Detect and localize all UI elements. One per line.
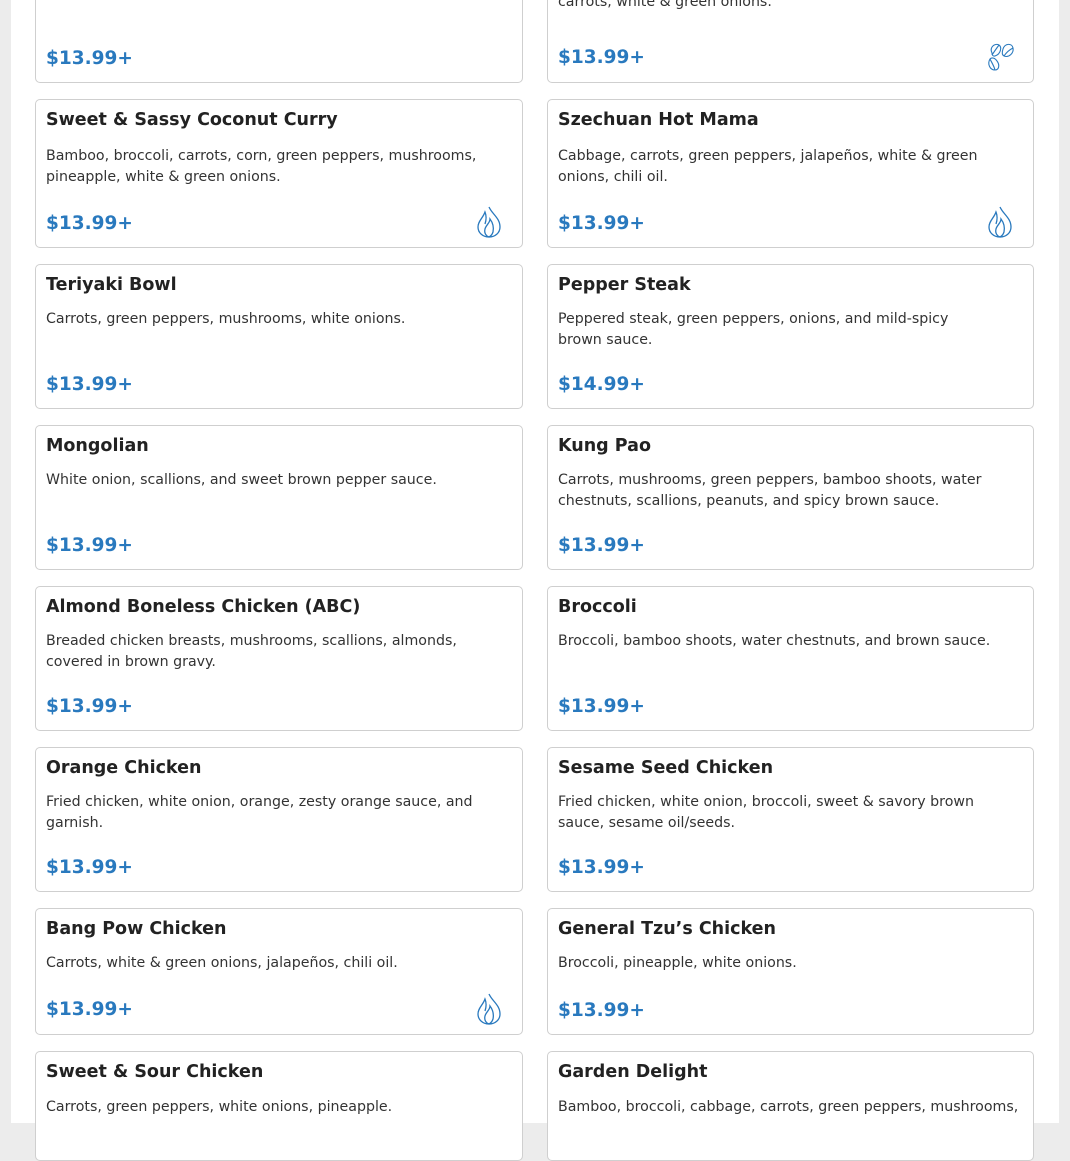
menu-item-description: Bamboo, broccoli, cabbage, carrots, gree…: [558, 1099, 1019, 1115]
menu-item-name: Mongolian: [46, 436, 149, 456]
menu-item-description: Peppered steak, green peppers, onions, a…: [558, 311, 949, 348]
menu-item-description: Broccoli, bamboo shoots, water chestnuts…: [558, 633, 991, 649]
menu-item-price: $13.99+: [558, 696, 645, 717]
menu-item-name: Sesame Seed Chicken: [558, 758, 774, 778]
menu-item-price: $13.99+: [46, 213, 133, 234]
menu-item-description: Carrots, mushrooms, green peppers, bambo…: [558, 472, 982, 509]
flame-icon: [474, 205, 504, 239]
menu-item-price: $13.99+: [46, 535, 133, 556]
menu-item-name: Teriyaki Bowl: [46, 275, 177, 295]
menu-item-description: Carrots, green peppers, white onions, pi…: [46, 1099, 393, 1115]
menu-item-name: Garden Delight: [558, 1062, 708, 1082]
menu-item-card[interactable]: Garden Delight Bamboo, broccoli, cabbage…: [547, 1051, 1034, 1161]
menu-item-card[interactable]: $13.99+: [35, 0, 523, 83]
flame-icon: [985, 205, 1015, 239]
menu-item-price: $13.99+: [46, 48, 133, 69]
menu-item-card[interactable]: Szechuan Hot Mama Cabbage, carrots, gree…: [547, 99, 1034, 248]
menu-item-name: Sweet & Sour Chicken: [46, 1062, 264, 1082]
menu-item-name: Orange Chicken: [46, 758, 202, 778]
menu-item-card[interactable]: Orange Chicken Fried chicken, white onio…: [35, 747, 523, 892]
menu-item-card[interactable]: Sesame Seed Chicken Fried chicken, white…: [547, 747, 1034, 892]
menu-item-card[interactable]: Sweet & Sour Chicken Carrots, green pepp…: [35, 1051, 523, 1161]
menu-item-card[interactable]: Teriyaki Bowl Carrots, green peppers, mu…: [35, 264, 523, 409]
flame-icon: [474, 992, 504, 1026]
menu-item-card[interactable]: Pepper Steak Peppered steak, green peppe…: [547, 264, 1034, 409]
menu-item-description: Carrots, green peppers, mushrooms, white…: [46, 311, 406, 327]
menu-item-card[interactable]: Bang Pow Chicken Carrots, white & green …: [35, 908, 523, 1035]
menu-item-card[interactable]: Sweet & Sassy Coconut Curry Bamboo, broc…: [35, 99, 523, 248]
menu-item-name: Kung Pao: [558, 436, 651, 456]
leaf-icon: [985, 39, 1015, 73]
menu-item-card[interactable]: Mongolian White onion, scallions, and sw…: [35, 425, 523, 570]
menu-item-price: $13.99+: [46, 374, 133, 395]
menu-item-description: White onion, scallions, and sweet brown …: [46, 472, 437, 488]
menu-item-price: $13.99+: [558, 47, 645, 68]
menu-item-price: $13.99+: [46, 999, 133, 1020]
menu-item-description: Carrots, white & green onions, jalapeños…: [46, 955, 398, 971]
menu-item-description: Breaded chicken breasts, mushrooms, scal…: [46, 633, 457, 670]
menu-item-price: $14.99+: [558, 374, 645, 395]
menu-item-card[interactable]: carrots, white & green onions. $13.99+: [547, 0, 1034, 83]
menu-item-name: Almond Boneless Chicken (ABC): [46, 597, 361, 617]
menu-item-card[interactable]: Almond Boneless Chicken (ABC) Breaded ch…: [35, 586, 523, 731]
menu-item-name: General Tzu’s Chicken: [558, 919, 776, 939]
menu-item-price: $13.99+: [558, 213, 645, 234]
menu-item-card[interactable]: Kung Pao Carrots, mushrooms, green peppe…: [547, 425, 1034, 570]
menu-item-name: Szechuan Hot Mama: [558, 110, 759, 130]
menu-item-price: $13.99+: [46, 696, 133, 717]
menu-item-card[interactable]: Broccoli Broccoli, bamboo shoots, water …: [547, 586, 1034, 731]
menu-item-name: Bang Pow Chicken: [46, 919, 227, 939]
menu-item-name: Broccoli: [558, 597, 637, 617]
menu-item-description: Broccoli, pineapple, white onions.: [558, 955, 797, 971]
menu-item-price: $13.99+: [558, 1000, 645, 1021]
menu-item-description: Fried chicken, white onion, orange, zest…: [46, 794, 473, 831]
menu-item-price: $13.99+: [46, 857, 133, 878]
menu-item-name: Sweet & Sassy Coconut Curry: [46, 110, 338, 130]
menu-item-card[interactable]: General Tzu’s Chicken Broccoli, pineappl…: [547, 908, 1034, 1035]
menu-item-description: Cabbage, carrots, green peppers, jalapeñ…: [558, 148, 978, 185]
menu-item-description: Bamboo, broccoli, carrots, corn, green p…: [46, 148, 477, 185]
menu-item-description: carrots, white & green onions.: [558, 0, 772, 10]
menu-item-description: Fried chicken, white onion, broccoli, sw…: [558, 794, 974, 831]
menu-item-name: Pepper Steak: [558, 275, 691, 295]
menu-item-price: $13.99+: [558, 535, 645, 556]
menu-item-price: $13.99+: [558, 857, 645, 878]
